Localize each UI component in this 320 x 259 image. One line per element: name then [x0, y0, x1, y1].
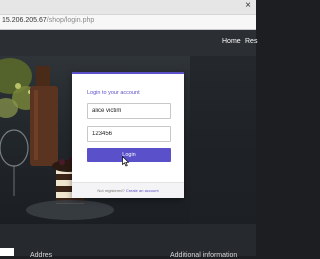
login-heading: Login to your account: [87, 90, 140, 96]
browser-titlebar: ×: [0, 0, 256, 14]
browser-address-bar[interactable]: 15.206.205.67/shop/login.php: [0, 14, 256, 30]
login-card-footer: Not registered? Create an account: [72, 182, 184, 198]
nav-link-home[interactable]: Home: [222, 38, 241, 45]
not-registered-text: Not registered?: [97, 188, 125, 193]
url-host: 15.206.205.67: [2, 17, 47, 24]
create-account-link[interactable]: Create an account: [126, 188, 159, 193]
site-footer: Addres Additional information: [0, 224, 256, 259]
url-text[interactable]: 15.206.205.67/shop/login.php: [2, 17, 94, 24]
password-input[interactable]: [87, 126, 171, 142]
close-window-icon[interactable]: ×: [243, 1, 253, 11]
url-path: /shop/login.php: [46, 17, 95, 24]
footer-white-block: [0, 248, 14, 256]
login-card: Login to your account Login Not register…: [72, 72, 184, 198]
username-input[interactable]: [87, 103, 171, 119]
nav-link-restaurant[interactable]: Res: [245, 38, 257, 45]
site-navbar: Home Res: [0, 30, 257, 56]
mouse-cursor-icon: [122, 156, 130, 167]
